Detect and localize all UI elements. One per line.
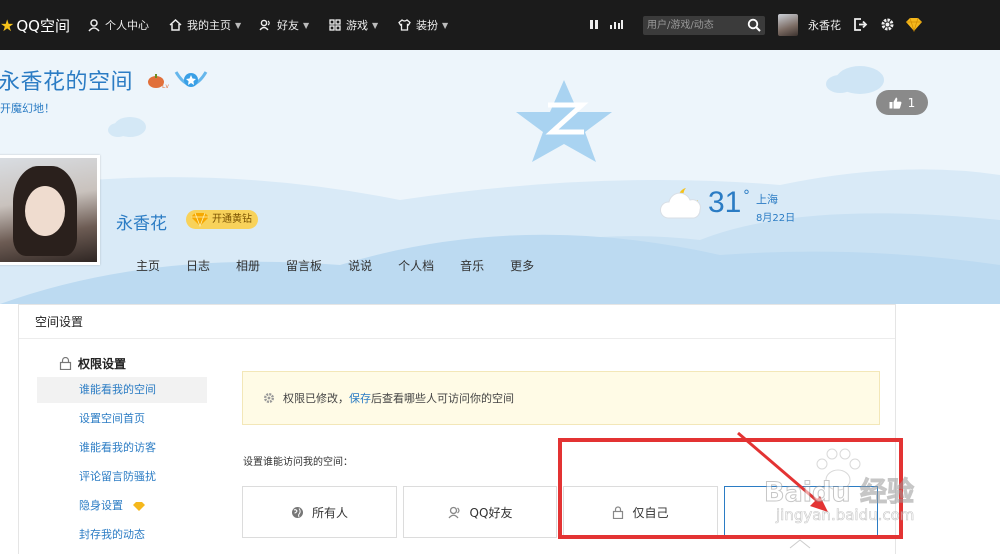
baidu-watermark: Baidu 经验 jingyan.baidu.com	[760, 448, 950, 532]
watermark-url: jingyan.baidu.com	[776, 506, 915, 525]
watermark-brand: Baidu 经验	[763, 477, 915, 509]
